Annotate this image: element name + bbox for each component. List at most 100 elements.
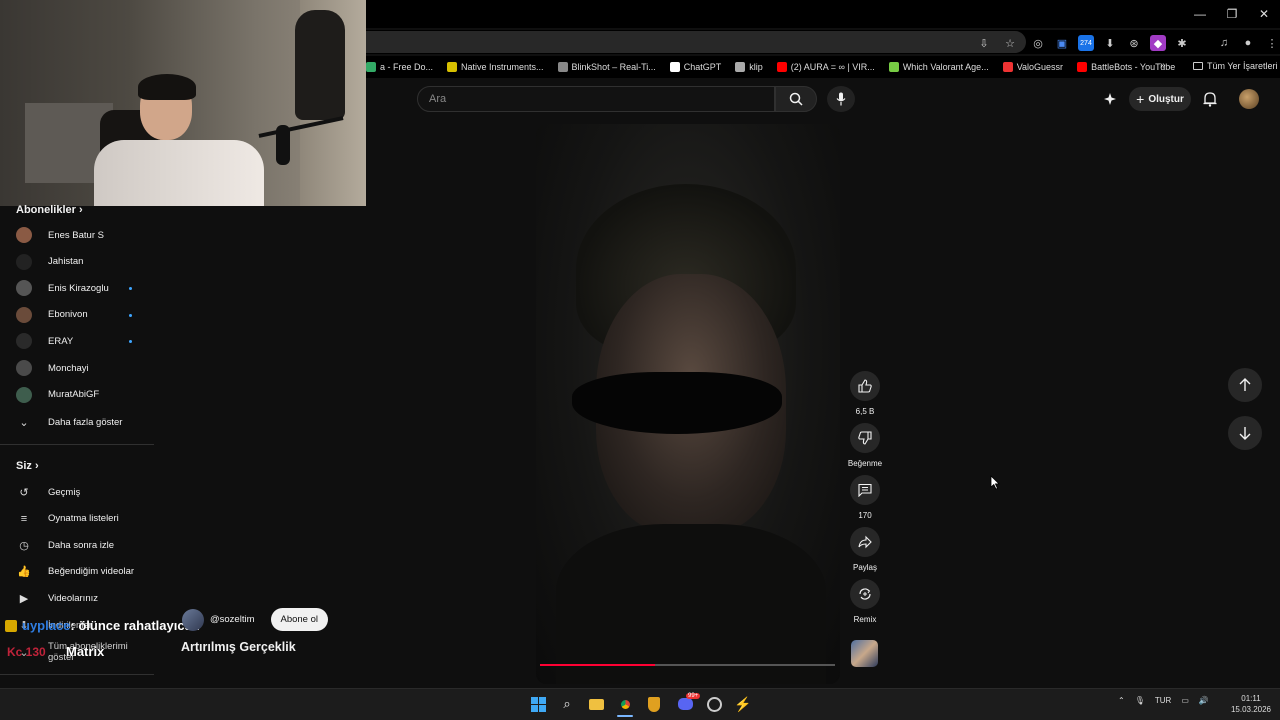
bookmark-item[interactable]: Which Valorant Age... (888, 62, 989, 72)
extension-icon[interactable]: ◎ (1030, 35, 1046, 51)
clock[interactable]: 01:11 15.03.2026 (1226, 693, 1276, 715)
bookmark-favicon-icon (776, 62, 787, 72)
sound-thumbnail[interactable] (851, 640, 878, 667)
bookmark-favicon-icon (669, 62, 680, 72)
bookmark-favicon-icon (735, 62, 746, 72)
star-icon[interactable]: ☆ (1002, 35, 1018, 51)
share-button[interactable] (850, 527, 880, 557)
bookmark-favicon-icon (1002, 62, 1013, 72)
all-bookmarks[interactable]: Tüm Yer İşaretleri (1193, 61, 1278, 71)
channel-avatar (16, 360, 32, 376)
bookmark-favicon-icon (1077, 62, 1088, 72)
bookmark-label: ValoGuessr (1016, 62, 1064, 72)
sidebar-item-your-videos[interactable]: ▶ Videolarınız (0, 585, 154, 611)
sidebar-item-label: MuratAbiGF (48, 389, 100, 401)
search-input[interactable]: Ara (417, 86, 775, 112)
bookmark-item[interactable]: (2) AURA = ∞ | VIR... (776, 62, 875, 72)
menu-icon[interactable]: ⋮ (1264, 35, 1280, 51)
sidebar-item-label: Geçmiş (48, 486, 81, 498)
file-explorer-icon[interactable] (588, 696, 604, 712)
puzzle-icon[interactable]: ✱ (1174, 35, 1190, 51)
sidebar-item-label: Daha sonra izle (48, 539, 115, 551)
voice-search-button[interactable] (827, 86, 855, 112)
like-count: 6,5 B (855, 407, 875, 416)
bookmark-item[interactable]: Native Instruments... (447, 62, 544, 72)
channel-name[interactable]: @sozeltim (210, 614, 255, 625)
windows-taskbar (0, 688, 1280, 720)
show-more-button[interactable]: ⌄ Daha fazla göster (0, 409, 154, 435)
language-indicator[interactable]: TUR (1155, 696, 1171, 705)
download-extension-icon[interactable]: ⬇ (1102, 35, 1118, 51)
subscriptions-heading[interactable]: Abonelikler › (16, 204, 83, 216)
remix-button[interactable] (850, 579, 880, 609)
profile-icon[interactable]: ● (1240, 35, 1256, 51)
bookmark-item[interactable]: ChatGPT (669, 62, 721, 72)
sidebar-item-liked[interactable]: 👍 Beğendiğim videolar (0, 559, 154, 585)
all-bookmarks-label: Tüm Yer İşaretleri (1207, 61, 1278, 71)
dislike-label: Beğenme (847, 459, 883, 468)
playlists-icon: ≡ (20, 512, 28, 525)
install-icon[interactable]: ⇩ (976, 35, 992, 51)
address-field[interactable] (366, 31, 1026, 53)
search-button[interactable] (775, 86, 817, 112)
translate-icon[interactable]: ▣ (1054, 35, 1070, 51)
like-action: 6,5 B (850, 371, 880, 416)
like-button[interactable] (850, 371, 880, 401)
lightning-app-icon[interactable]: ⚡ (734, 696, 751, 712)
sidebar-item-subscription[interactable]: Enes Batur S (0, 222, 154, 248)
more-bookmarks-icon[interactable]: » (1160, 60, 1166, 71)
network-icon[interactable]: ▭ (1181, 696, 1189, 705)
purple-extension-icon[interactable]: ◆ (1150, 35, 1166, 51)
chevron-down-icon: ⌄ (19, 416, 29, 429)
sidebar-item-subscription[interactable]: Jahistan (0, 249, 154, 275)
sidebar-item-subscription[interactable]: MuratAbiGF (0, 382, 154, 408)
mic-tray-icon[interactable]: 🎙 (1135, 696, 1145, 705)
stream-badge: Kc 130 (7, 645, 46, 659)
channel-avatar (16, 333, 32, 350)
create-button[interactable]: + Oluştur (1129, 87, 1191, 111)
bookmarks-bar: a - Free Do... Native Instruments... Blink… (366, 56, 1280, 78)
notifications-button[interactable] (1203, 91, 1217, 112)
plus-icon: + (1136, 91, 1145, 107)
user-avatar[interactable] (1239, 89, 1259, 109)
you-heading[interactable]: Siz › (16, 460, 39, 472)
bell-icon (1203, 92, 1217, 107)
chevron-up-icon[interactable]: ⌃ (1118, 696, 1125, 705)
close-button[interactable]: ✕ (1248, 0, 1280, 28)
bookmark-item[interactable]: a - Free Do... (366, 62, 433, 72)
dislike-button[interactable] (850, 423, 880, 453)
calendar-extension-icon[interactable]: 274 (1078, 35, 1094, 51)
bookmark-item[interactable]: ValoGuessr (1002, 62, 1064, 72)
ai-extension-icon[interactable]: ⊛ (1126, 35, 1142, 51)
volume-icon[interactable]: 🔊 (1199, 696, 1209, 705)
remix-label: Remix (853, 615, 877, 624)
bookmark-item[interactable]: BlinkShot – Real-Ti... (557, 62, 656, 72)
short-video-player[interactable] (536, 124, 840, 684)
previous-short-button[interactable] (1228, 368, 1262, 402)
video-sunglasses (572, 372, 782, 434)
share-icon (858, 535, 872, 549)
sidebar-item-playlists[interactable]: ≡ Oynatma listeleri (0, 506, 154, 532)
bookmark-item[interactable]: klip (735, 62, 763, 72)
channel-avatar[interactable] (182, 608, 204, 631)
steam-like-icon[interactable] (706, 696, 722, 712)
subscribe-button[interactable]: Abone ol (270, 608, 329, 631)
arrow-up-icon (1239, 378, 1251, 391)
taskbar-search-icon[interactable]: ⌕ (559, 696, 575, 712)
short-title[interactable]: Artırılmış Gerçeklik (181, 640, 296, 654)
divider (0, 674, 154, 675)
your-videos-icon: ▶ (19, 592, 29, 605)
next-short-button[interactable] (1228, 416, 1262, 450)
media-control-icon[interactable]: ♫ (1216, 35, 1232, 51)
sidebar-item-history[interactable]: ↺ Geçmiş (0, 479, 154, 505)
comments-button[interactable] (850, 475, 880, 505)
minimize-button[interactable]: — (1184, 0, 1216, 28)
sidebar-item-label: Jahistan (48, 256, 84, 268)
cast-button[interactable] (1103, 92, 1117, 111)
start-button[interactable] (530, 696, 546, 712)
restore-button[interactable]: ❐ (1216, 0, 1248, 28)
shield-app-icon[interactable] (646, 696, 662, 712)
sidebar-item-watch-later[interactable]: ◷ Daha sonra izle (0, 532, 154, 558)
sidebar-item-subscription[interactable]: Monchayi (0, 355, 154, 381)
chrome-icon[interactable] (617, 696, 633, 712)
